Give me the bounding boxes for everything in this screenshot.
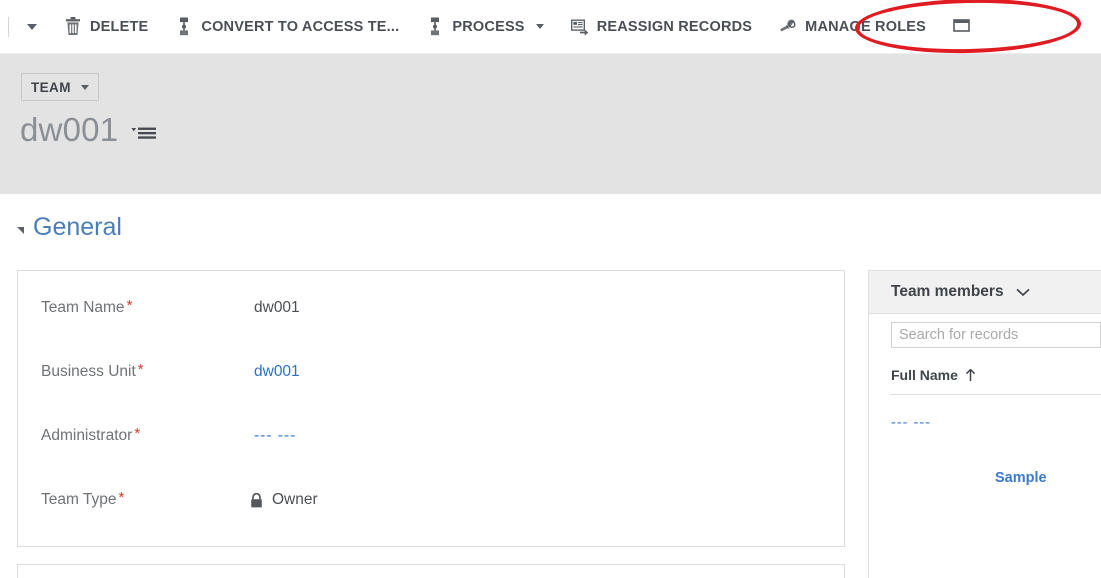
- general-section-label: General: [33, 213, 122, 241]
- convert-to-access-team-label: CONVERT TO ACCESS TE...: [201, 19, 400, 36]
- record-title-row: dw001: [20, 113, 157, 146]
- team-members-title: Team members: [891, 283, 1004, 300]
- convert-to-access-team-button[interactable]: CONVERT TO ACCESS TE...: [166, 10, 408, 44]
- manage-roles-label: MANAGE ROLES: [805, 19, 926, 36]
- table-row[interactable]: Sample: [868, 450, 1101, 505]
- manage-roles-button[interactable]: MANAGE ROLES: [770, 10, 935, 44]
- field-team-name: Team Name * dw001: [18, 281, 844, 345]
- triangle-collapse-icon: [17, 226, 24, 234]
- general-form-card: Team Name * dw001 Business Unit * dw001 Ad…: [17, 270, 845, 547]
- field-value-team-type-wrap: Owner: [250, 491, 318, 509]
- field-value-team-name[interactable]: dw001: [254, 299, 300, 317]
- more-commands-icon: [953, 19, 970, 32]
- page-title: dw001: [20, 111, 119, 148]
- entity-type-chip[interactable]: TEAM: [21, 73, 99, 101]
- field-value-administrator[interactable]: --- ---: [254, 427, 296, 445]
- row-full-name[interactable]: --- ---: [869, 415, 931, 431]
- required-asterisk: *: [126, 297, 133, 314]
- lock-icon: [251, 492, 262, 507]
- sort-ascending-arrow: [965, 368, 976, 381]
- reassign-records-icon: [570, 19, 588, 36]
- field-administrator: Administrator * --- ---: [18, 409, 844, 473]
- field-team-type: Team Type * Owner: [18, 473, 844, 537]
- record-header: TEAM dw001: [0, 53, 1101, 194]
- field-label-administrator: Administrator *: [41, 425, 141, 444]
- process-button-label: PROCESS: [452, 19, 525, 36]
- required-asterisk: *: [134, 425, 141, 442]
- required-asterisk: *: [137, 361, 144, 378]
- command-bar-separator: [8, 16, 9, 37]
- field-business-unit: Business Unit * dw001: [18, 345, 844, 409]
- chevron-down-icon: [535, 24, 544, 29]
- team-members-panel: Team members Full Name --- ---: [868, 270, 1101, 578]
- reassign-records-label: REASSIGN RECORDS: [596, 19, 753, 36]
- chevron-down-icon: [26, 23, 37, 30]
- record-menu-icon[interactable]: [131, 123, 157, 143]
- crm-team-record-screen: DELETE CONVERT TO ACCESS TE... PROCESS R…: [0, 0, 1101, 578]
- team-members-panel-header[interactable]: Team members: [868, 270, 1101, 314]
- process-icon: [431, 17, 440, 36]
- entity-chip-label: TEAM: [31, 79, 71, 95]
- grid-column-header-full-name[interactable]: Full Name: [868, 356, 1101, 394]
- team-convert-icon: [180, 17, 189, 36]
- chevron-down-icon: [1015, 288, 1030, 296]
- field-value-business-unit[interactable]: dw001: [254, 363, 300, 381]
- process-button[interactable]: PROCESS: [417, 10, 552, 44]
- panel-left-border: [868, 270, 869, 578]
- trash-icon: [66, 17, 80, 35]
- chevron-down-icon: [80, 84, 89, 90]
- field-label-team-name: Team Name *: [41, 297, 133, 316]
- row-full-name[interactable]: Sample: [869, 470, 1047, 486]
- command-bar-overflow-caret[interactable]: [19, 12, 41, 42]
- delete-button[interactable]: DELETE: [55, 10, 157, 44]
- required-asterisk: *: [118, 489, 125, 506]
- search-input[interactable]: [891, 322, 1101, 348]
- field-label-team-type: Team Type *: [41, 489, 125, 508]
- delete-button-label: DELETE: [90, 19, 149, 36]
- field-label-business-unit: Business Unit *: [41, 361, 144, 380]
- team-members-search-wrap: [868, 314, 1101, 356]
- reassign-records-button[interactable]: REASSIGN RECORDS: [562, 10, 761, 44]
- field-value-team-type: Owner: [272, 491, 318, 508]
- wrench-icon: [780, 19, 796, 32]
- secondary-form-card: [17, 564, 845, 578]
- general-section-header[interactable]: General: [17, 215, 122, 240]
- table-row[interactable]: --- ---: [868, 395, 1101, 450]
- command-bar: DELETE CONVERT TO ACCESS TE... PROCESS R…: [0, 0, 1101, 53]
- overflow-more-button[interactable]: [944, 10, 980, 44]
- form-body: General Team Name * dw001 Business Unit * …: [0, 194, 1101, 578]
- grid-column-label: Full Name: [891, 367, 958, 383]
